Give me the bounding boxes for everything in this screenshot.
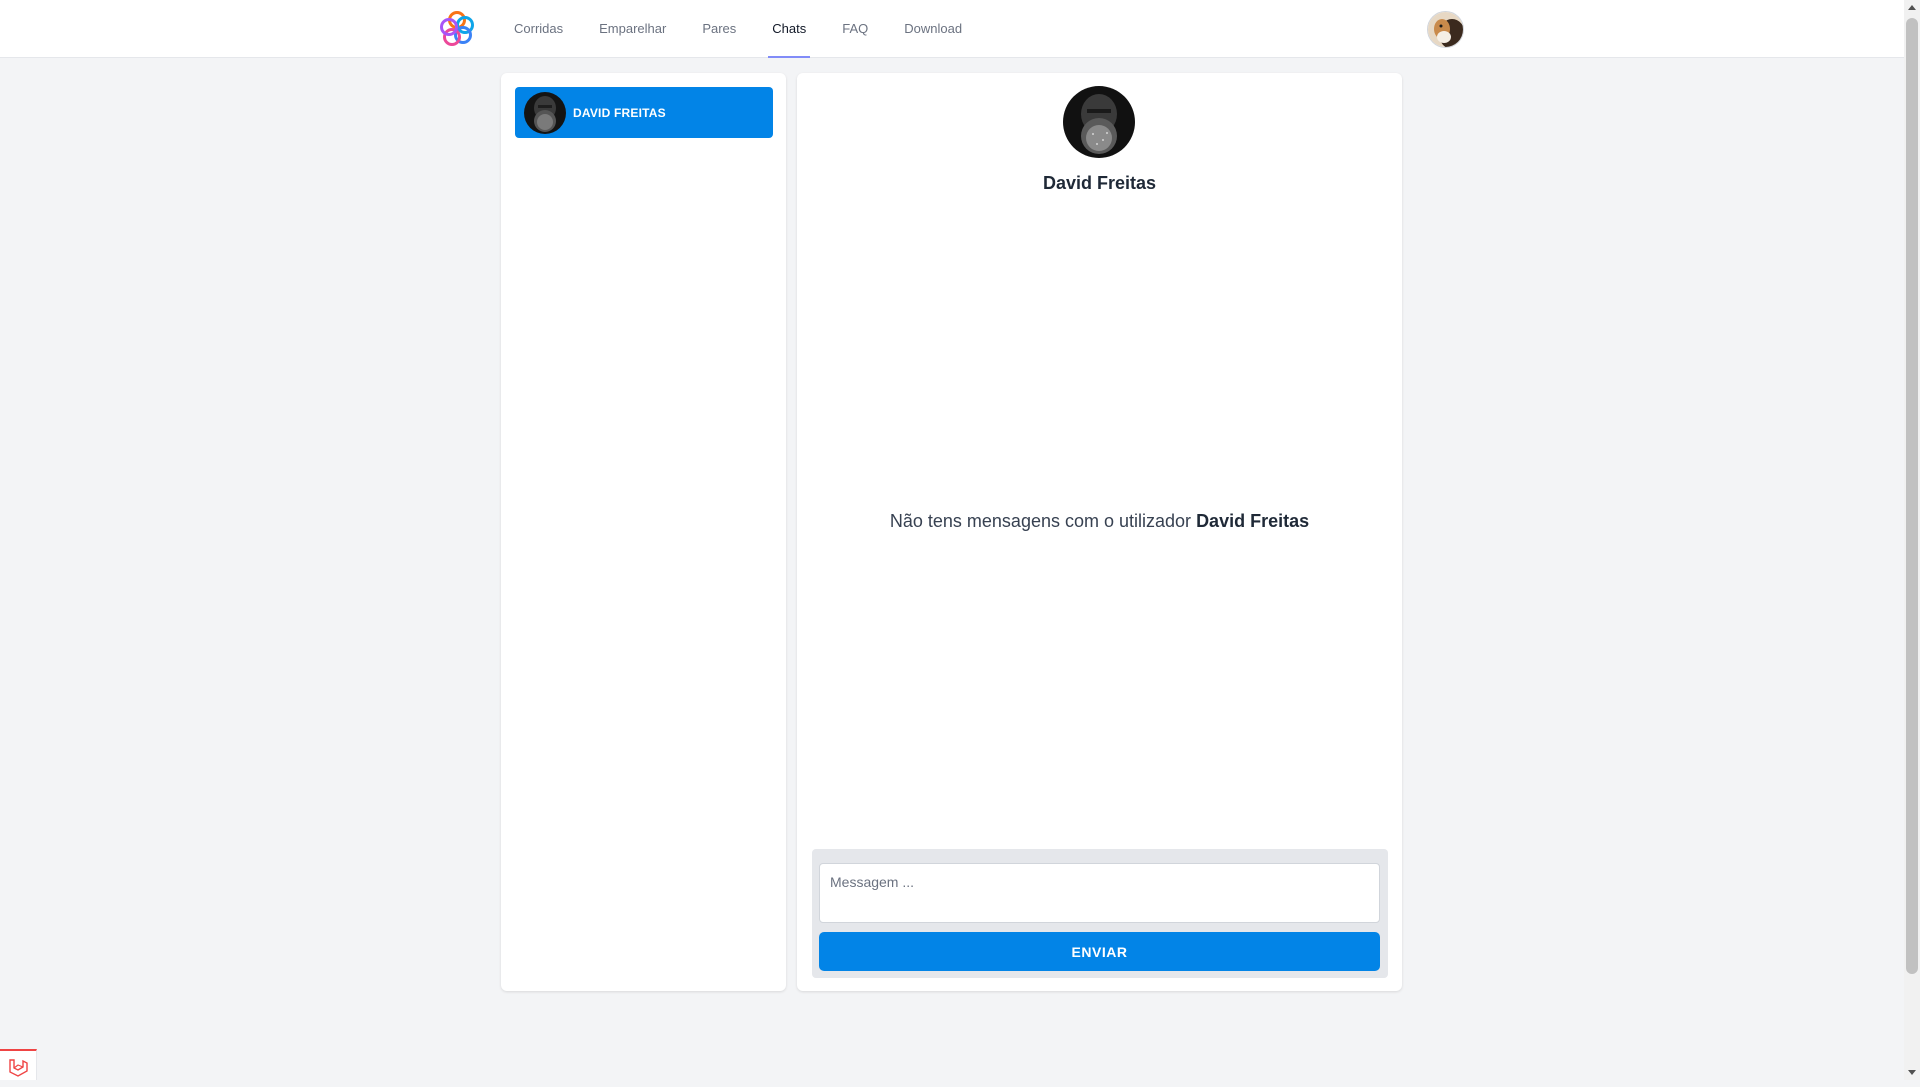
empty-chat-contact-name: David Freitas xyxy=(1196,511,1310,531)
message-composer: ENVIAR xyxy=(812,849,1388,978)
empty-chat-text: Não tens mensagens com o utilizador xyxy=(889,511,1192,531)
nav-item-emparelhar[interactable]: Emparelhar xyxy=(599,0,666,58)
scrollbar-thumb[interactable] xyxy=(1906,18,1918,974)
nav-item-corridas[interactable]: Corridas xyxy=(514,0,563,58)
contact-item-david-freitas[interactable]: DAVID FREITAS xyxy=(515,87,773,138)
contact-name: DAVID FREITAS xyxy=(573,105,666,120)
user-avatar[interactable] xyxy=(1427,11,1464,48)
scroll-up-icon[interactable] xyxy=(1908,5,1916,10)
chat-contact-name: David Freitas xyxy=(1042,173,1157,193)
laravel-icon xyxy=(9,1059,28,1077)
nav-item-pares[interactable]: Pares xyxy=(702,0,736,58)
empty-chat-message: Não tens mensagens com o utilizador Davi… xyxy=(797,511,1402,532)
nav-menu: Corridas Emparelhar Pares Chats FAQ Down… xyxy=(514,0,998,58)
app-logo-icon[interactable] xyxy=(438,10,476,48)
debugbar-toggle[interactable] xyxy=(0,1049,37,1080)
nav-item-faq[interactable]: FAQ xyxy=(842,0,868,58)
contacts-panel: DAVID FREITAS xyxy=(501,73,786,991)
top-navigation: Corridas Emparelhar Pares Chats FAQ Down… xyxy=(0,0,1904,58)
page-scrollbar[interactable] xyxy=(1904,0,1920,1080)
nav-item-download[interactable]: Download xyxy=(904,0,962,58)
chat-contact-avatar xyxy=(1063,86,1135,158)
send-button[interactable]: ENVIAR xyxy=(819,932,1380,971)
chat-panel: David Freitas Não tens mensagens com o u… xyxy=(797,73,1402,991)
nav-item-chats[interactable]: Chats xyxy=(768,0,811,58)
contact-avatar xyxy=(524,91,566,134)
message-input[interactable] xyxy=(819,863,1380,923)
scroll-down-icon[interactable] xyxy=(1908,1070,1916,1075)
